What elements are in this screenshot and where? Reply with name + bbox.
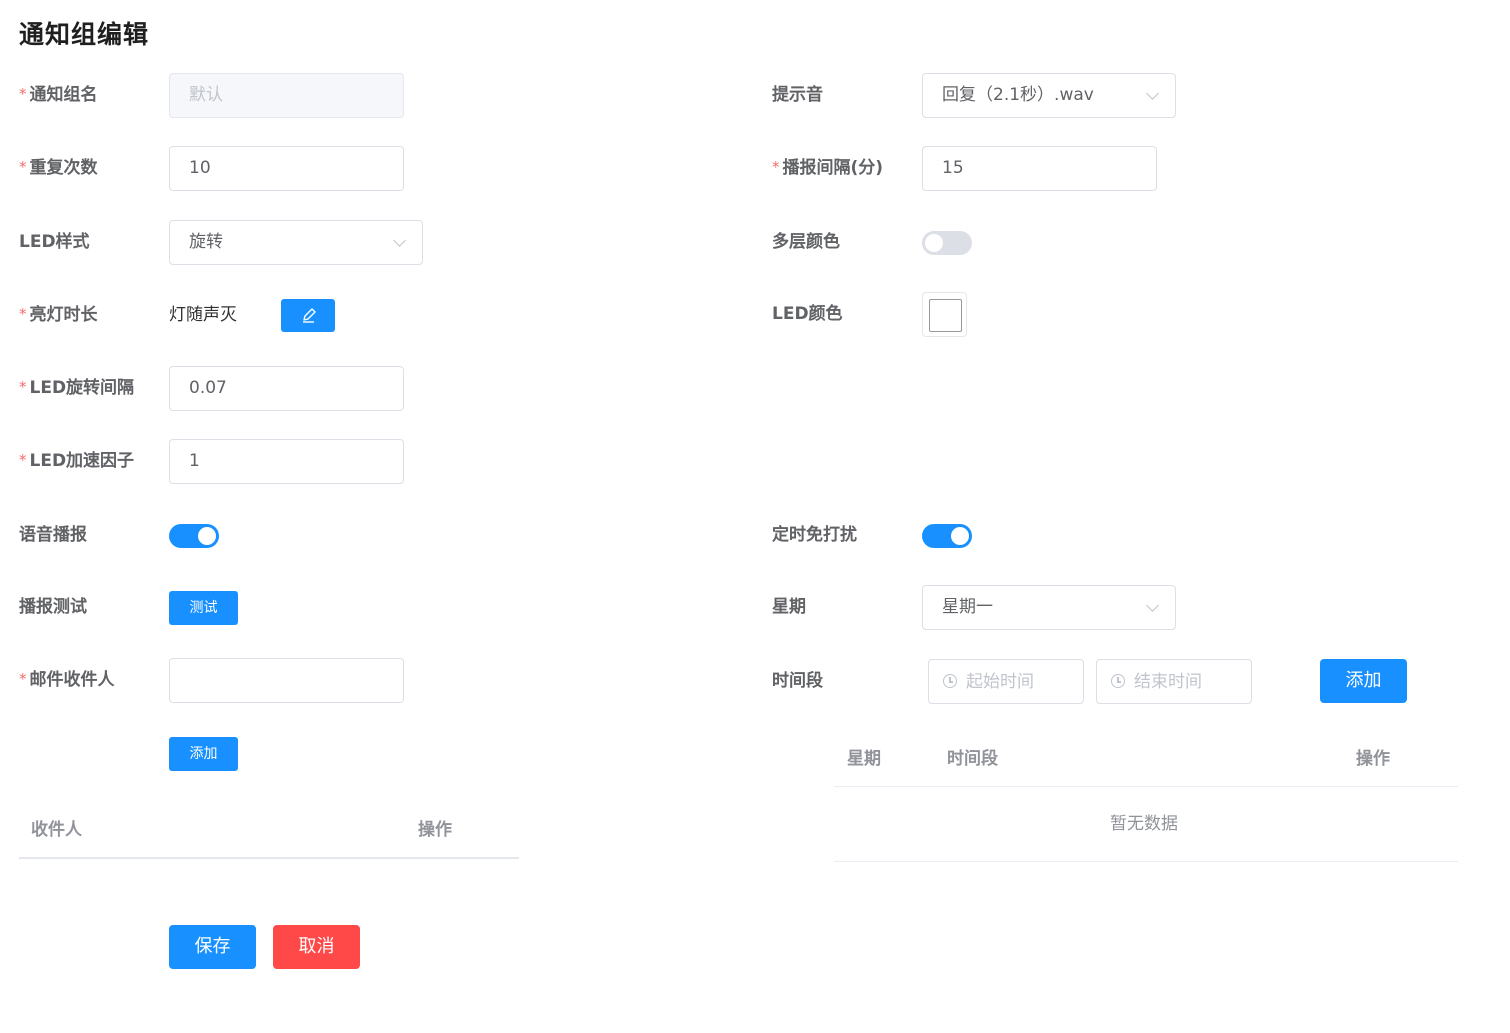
led-rotate-interval-input[interactable]: 0.07: [169, 366, 404, 411]
repeat-count-label-text: 重复次数: [29, 158, 98, 178]
mail-recipient-label-text: 邮件收件人: [29, 670, 115, 690]
light-duration-value: 灯随声灭: [169, 305, 237, 325]
add-time-range-button[interactable]: 添加: [1320, 659, 1407, 703]
mail-recipient-label: * 邮件收件人: [19, 668, 115, 692]
multi-layer-color-label: 多层颜色: [772, 232, 840, 252]
required-mark: *: [19, 158, 27, 176]
led-rotate-interval-label-text: LED旋转间隔: [29, 378, 135, 398]
clock-icon: [943, 674, 957, 688]
dnd-schedule-label: 定时免打扰: [772, 525, 857, 545]
group-name-label: * 通知组名: [19, 83, 98, 107]
broadcast-interval-input[interactable]: 15: [922, 146, 1157, 191]
cancel-button[interactable]: 取消: [273, 925, 360, 969]
led-accel-factor-label-text: LED加速因子: [29, 451, 135, 471]
table-header-action: 操作: [1356, 749, 1390, 769]
weekday-label: 星期: [772, 597, 806, 617]
clock-icon: [1111, 674, 1125, 688]
edit-light-duration-button[interactable]: [281, 299, 335, 332]
required-mark: *: [19, 305, 27, 323]
empty-text: 暂无数据: [1110, 814, 1178, 834]
led-rotate-interval-label: * LED旋转间隔: [19, 376, 134, 400]
group-name-input[interactable]: 默认: [169, 73, 404, 118]
save-button[interactable]: 保存: [169, 925, 256, 969]
led-accel-factor-label: * LED加速因子: [19, 449, 134, 473]
weekday-select[interactable]: 星期一: [922, 585, 1176, 630]
prompt-sound-label: 提示音: [772, 85, 823, 105]
light-duration-label-text: 亮灯时长: [29, 305, 98, 325]
prompt-sound-value: 回复（2.1秒）.wav: [942, 85, 1094, 105]
table-header-action: 操作: [418, 820, 452, 840]
table-header-time-range: 时间段: [947, 749, 998, 769]
required-mark: *: [772, 158, 780, 176]
voice-broadcast-label: 语音播报: [19, 525, 87, 545]
chevron-down-icon: [1146, 599, 1159, 612]
led-style-value: 旋转: [189, 232, 223, 252]
repeat-count-input[interactable]: 10: [169, 146, 404, 191]
led-accel-factor-input[interactable]: 1: [169, 439, 404, 484]
light-duration-label: * 亮灯时长: [19, 303, 98, 327]
table-divider: [834, 861, 1458, 862]
required-mark: *: [19, 451, 27, 469]
start-time-placeholder: 起始时间: [966, 672, 1034, 692]
color-swatch: [929, 299, 962, 332]
dnd-schedule-switch[interactable]: [922, 524, 972, 548]
switch-knob: [925, 234, 943, 252]
repeat-count-label: * 重复次数: [19, 156, 98, 180]
broadcast-interval-label: * 播报间隔(分): [772, 156, 883, 180]
table-divider: [19, 857, 519, 859]
led-style-label: LED样式: [19, 232, 90, 252]
required-mark: *: [19, 670, 27, 688]
required-mark: *: [19, 378, 27, 396]
prompt-sound-select[interactable]: 回复（2.1秒）.wav: [922, 73, 1176, 118]
time-range-label: 时间段: [772, 671, 823, 691]
led-color-label: LED颜色: [772, 304, 843, 324]
chevron-down-icon: [1146, 87, 1159, 100]
switch-knob: [951, 527, 969, 545]
voice-broadcast-switch[interactable]: [169, 524, 219, 548]
chevron-down-icon: [393, 234, 406, 247]
table-divider: [834, 786, 1458, 787]
table-header-weekday: 星期: [847, 749, 881, 769]
end-time-input[interactable]: 结束时间: [1096, 659, 1252, 704]
switch-knob: [198, 527, 216, 545]
broadcast-test-label: 播报测试: [19, 597, 87, 617]
broadcast-test-button[interactable]: 测试: [169, 591, 238, 625]
page-title: 通知组编辑: [19, 20, 150, 49]
led-style-select[interactable]: 旋转: [169, 220, 423, 265]
multi-layer-color-switch[interactable]: [922, 231, 972, 255]
start-time-input[interactable]: 起始时间: [928, 659, 1084, 704]
table-header-recipient: 收件人: [31, 820, 82, 840]
group-name-label-text: 通知组名: [29, 85, 98, 105]
mail-recipient-input[interactable]: [169, 658, 404, 703]
led-color-picker[interactable]: [922, 292, 967, 337]
required-mark: *: [19, 85, 27, 103]
edit-icon: [303, 308, 316, 323]
broadcast-interval-label-text: 播报间隔(分): [782, 158, 884, 178]
add-recipient-button[interactable]: 添加: [169, 737, 238, 771]
end-time-placeholder: 结束时间: [1134, 672, 1202, 692]
weekday-value: 星期一: [942, 597, 993, 617]
